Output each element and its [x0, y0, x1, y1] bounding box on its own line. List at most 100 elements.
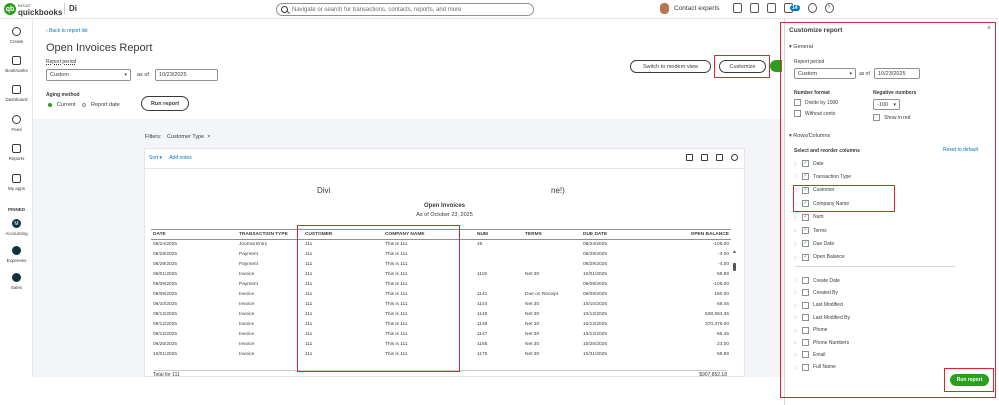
drag-handle-icon[interactable]: ⠿ — [794, 241, 799, 246]
clipboard-icon[interactable] — [733, 3, 742, 13]
panel-run-report-button[interactable]: Run report — [950, 374, 989, 386]
drag-handle-icon[interactable]: ⠿ — [794, 228, 799, 233]
panel-report-period-select[interactable]: Custom ▾ — [794, 68, 856, 79]
scrollbar-thumb[interactable] — [733, 263, 736, 271]
drag-handle-icon[interactable]: ⠿ — [794, 340, 799, 345]
column-option-checkbox[interactable]: ⠿ Full Name — [794, 363, 836, 371]
save-customization-button[interactable] — [770, 60, 782, 72]
drag-handle-icon[interactable]: ⠿ — [794, 188, 799, 193]
column-header[interactable]: COMPANY NAME — [383, 229, 475, 240]
drag-handle-icon[interactable]: ⠿ — [794, 278, 799, 283]
email-icon[interactable] — [686, 154, 693, 161]
customize-button[interactable]: Customize — [719, 60, 766, 73]
table-row[interactable]: 08/29/2025 Payment 111 This is 111 08/29/202… — [151, 250, 731, 260]
table-row[interactable]: 09/09/2025 Invoice 111 This is 111 1141 Due o… — [151, 290, 731, 300]
settings-gear-icon[interactable] — [807, 3, 817, 13]
panel-as-of-date-input[interactable]: 10/23/2025 — [874, 68, 920, 79]
aging-report-date-radio[interactable]: Report date — [82, 102, 120, 108]
nav-accounting[interactable]: M Accounting — [0, 219, 33, 236]
column-option-checkbox[interactable]: ⠿ ✓ Num — [794, 213, 824, 221]
column-option-checkbox[interactable]: ⠿ Phone — [794, 326, 827, 334]
column-header[interactable]: OPEN BALANCE — [653, 229, 731, 240]
table-row[interactable]: 09/09/2025 Payment 111 This is 111 09/09/202… — [151, 280, 731, 290]
table-row[interactable]: 09/12/2025 Invoice 111 This is 111 1147 Net 3… — [151, 330, 731, 340]
column-header[interactable]: TRANSACTION TYPE — [237, 229, 303, 240]
table-row[interactable]: 09/26/2025 Invoice 111 This is 111 1165 Net 3… — [151, 340, 731, 350]
drag-handle-icon[interactable]: ⠿ — [794, 290, 799, 295]
column-option-checkbox[interactable]: ⠿ ✓ Open Balance — [794, 253, 845, 261]
table-row[interactable]: 09/12/2025 Invoice 111 This is 111 1148 Net 3… — [151, 320, 731, 330]
nav-my-apps[interactable]: My apps — [0, 174, 33, 191]
negative-numbers-select[interactable]: -100 ▾ — [873, 99, 900, 110]
nav-sales[interactable]: Sales — [0, 273, 33, 290]
add-notes-link[interactable]: Add notes — [169, 155, 192, 161]
settings-gear-icon[interactable] — [731, 154, 738, 161]
column-option-checkbox[interactable]: ⠿ ✓ Date — [794, 160, 824, 167]
drag-handle-icon[interactable]: ⠿ — [794, 255, 799, 260]
column-option-checkbox[interactable]: ⠿ Last Modified — [794, 301, 843, 309]
divide-by-1000-checkbox[interactable]: Divide by 1000 — [794, 99, 838, 106]
column-option-checkbox[interactable]: ⠿ ✓ Customer — [794, 186, 835, 194]
table-row[interactable]: 09/12/2025 Invoice 111 This is 111 1149 Net 3… — [151, 310, 731, 320]
apps-icon[interactable] — [767, 3, 776, 13]
drag-handle-icon[interactable]: ⠿ — [794, 303, 799, 308]
aging-current-radio[interactable]: Current — [48, 102, 75, 108]
general-section-toggle[interactable]: ▾ General — [789, 44, 813, 50]
drag-handle-icon[interactable]: ⠿ — [794, 315, 799, 320]
as-of-date-input[interactable]: 10/23/2025 — [155, 69, 218, 81]
nav-expenses[interactable]: Expenses — [0, 246, 33, 263]
drag-handle-icon[interactable]: ⠿ — [794, 161, 799, 166]
rows-columns-section-toggle[interactable]: ▾ Rows/Columns — [789, 133, 830, 139]
filter-chip[interactable]: Customer Type × — [167, 134, 210, 140]
table-row[interactable]: 08/29/2025 Payment 111 This is 111 08/29/202… — [151, 260, 731, 270]
column-option-checkbox[interactable]: ⠿ ✓ Due Date — [794, 240, 834, 248]
column-header[interactable]: DUE DATE — [581, 229, 653, 240]
table-row[interactable]: 10/01/2025 Invoice 111 This is 111 1175 Net 3… — [151, 350, 731, 360]
column-header[interactable]: DATE — [151, 229, 237, 240]
without-cents-checkbox[interactable]: Without cents — [794, 110, 835, 117]
column-option-checkbox[interactable]: ⠿ Created By — [794, 289, 838, 297]
drag-handle-icon[interactable]: ⠿ — [794, 201, 799, 206]
table-row[interactable]: 09/10/2025 Invoice 111 This is 111 1144 Net 3… — [151, 300, 731, 310]
export-icon[interactable] — [716, 154, 723, 161]
back-to-report-list-link[interactable]: ‹ Back to report list — [46, 28, 88, 34]
drag-handle-icon[interactable]: ⠿ — [794, 215, 799, 220]
column-option-checkbox[interactable]: ⠿ ✓ Transaction Type — [794, 173, 851, 181]
scroll-up-arrow-icon[interactable]: ▲ — [732, 249, 737, 255]
reset-to-default-link[interactable]: Reset to default — [943, 147, 978, 153]
nav-bookmarks[interactable]: Bookmarks — [0, 56, 33, 73]
table-row[interactable]: 08/24/2025 Journal Entry 111 This is 111 45 0… — [151, 240, 731, 250]
print-icon[interactable] — [701, 154, 708, 161]
column-option-checkbox[interactable]: ⠿ Phone Numbers — [794, 339, 849, 346]
nav-feed[interactable]: Feed — [0, 115, 33, 132]
help-icon[interactable]: ? — [824, 3, 834, 13]
contact-experts-button[interactable]: Contact experts — [660, 3, 720, 14]
column-option-checkbox[interactable]: ⠿ ✓ Terms — [794, 227, 827, 234]
column-header[interactable]: TERMS — [523, 229, 581, 240]
close-icon[interactable]: × — [207, 134, 210, 140]
help-lightbulb-icon[interactable] — [750, 3, 759, 13]
show-in-red-checkbox[interactable]: Show in red — [873, 114, 910, 121]
quickbooks-logo[interactable]: qb INTUIT quickbooks — [4, 2, 62, 17]
close-icon[interactable]: × — [987, 25, 991, 32]
column-header[interactable]: CUSTOMER — [303, 229, 383, 240]
drag-handle-icon[interactable]: ⠿ — [794, 352, 799, 357]
switch-to-modern-view-button[interactable]: Switch to modern view — [630, 60, 711, 73]
column-option-checkbox[interactable]: ⠿ Email — [794, 351, 826, 359]
drag-handle-icon[interactable]: ⠿ — [794, 328, 799, 333]
run-report-button[interactable]: Run report — [141, 96, 189, 111]
column-option-checkbox[interactable]: ⠿ Create Date — [794, 277, 840, 284]
report-period-select[interactable]: Custom ▾ — [46, 69, 131, 81]
nav-dashboard[interactable]: Dashboard — [0, 85, 33, 102]
drag-handle-icon[interactable]: ⠿ — [794, 174, 799, 179]
drag-handle-icon[interactable]: ⠿ — [794, 365, 799, 370]
table-row[interactable]: 09/01/2025 Invoice 111 This is 111 1119 Net 3… — [151, 270, 731, 280]
sort-dropdown[interactable]: Sort ▾ — [149, 155, 162, 161]
column-option-checkbox[interactable]: ⠿ ✓ Company Name — [794, 200, 849, 208]
company-name[interactable]: Di — [69, 4, 77, 13]
column-option-checkbox[interactable]: ⠿ Last Modified By — [794, 314, 850, 322]
column-header[interactable]: NUM — [475, 229, 523, 240]
global-search-input[interactable]: Navigate or search for transactions, con… — [276, 3, 534, 16]
notifications-button[interactable]: 14 — [784, 3, 800, 13]
nav-create[interactable]: Create — [0, 27, 33, 44]
